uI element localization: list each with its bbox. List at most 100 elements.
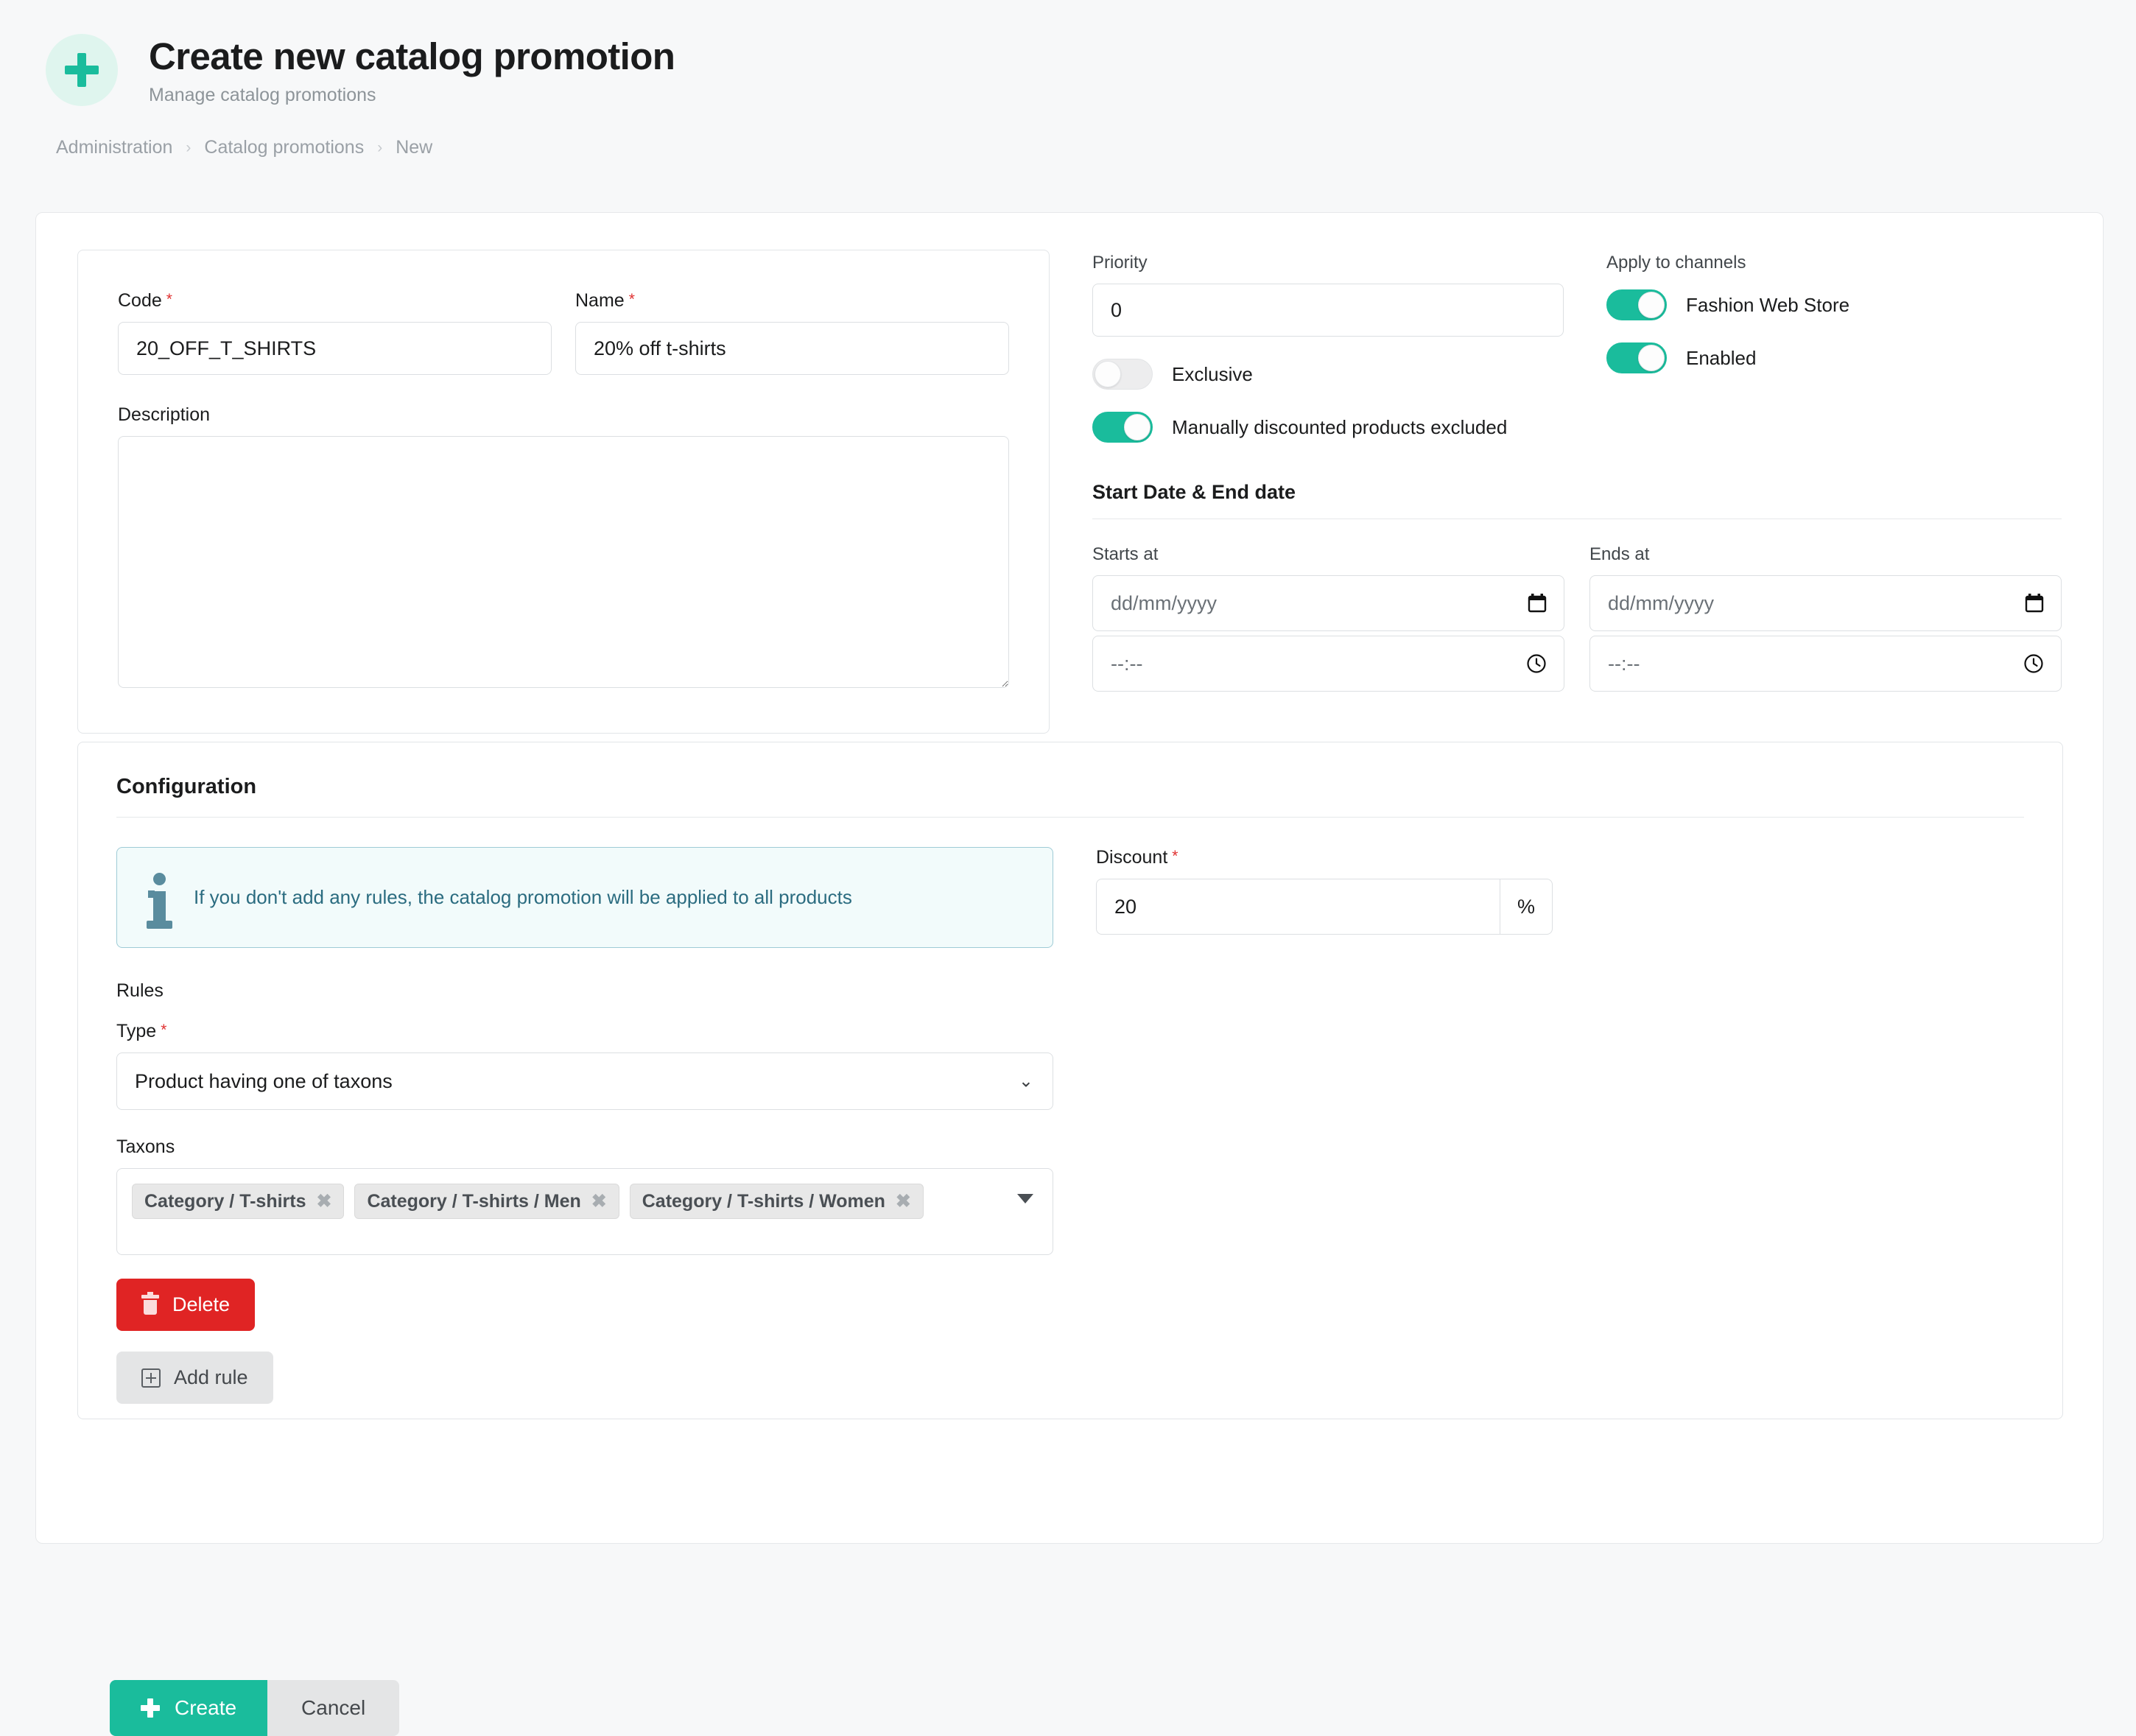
toggle-knob — [1124, 414, 1150, 440]
taxon-tag-label: Category / T-shirts — [144, 1190, 306, 1212]
add-rule-button-label: Add rule — [174, 1366, 248, 1388]
form-actions: Create Cancel — [110, 1680, 400, 1736]
delete-rule-button[interactable]: Delete — [116, 1279, 256, 1331]
code-label-text: Code — [118, 290, 162, 311]
toggle-knob — [1638, 345, 1665, 371]
caret-down-icon[interactable] — [1017, 1194, 1033, 1203]
configuration-title: Configuration — [116, 775, 2024, 818]
discount-label-text: Discount — [1096, 847, 1168, 868]
remove-tag-icon[interactable]: ✖ — [591, 1190, 607, 1212]
discount-label: Discount * — [1096, 847, 2024, 868]
description-textarea[interactable] — [118, 436, 1009, 688]
taxon-tag[interactable]: Category / T-shirts / Men ✖ — [354, 1184, 619, 1219]
taxon-tag[interactable]: Category / T-shirts ✖ — [132, 1184, 345, 1219]
taxon-tag[interactable]: Category / T-shirts / Women ✖ — [629, 1184, 924, 1219]
name-input[interactable] — [575, 322, 1009, 375]
dates-grid: Starts at dd/mm/yyyy --:-- Ends at dd/mm… — [1092, 544, 2062, 692]
breadcrumb-item-administration[interactable]: Administration — [56, 137, 172, 158]
dates-section-title: Start Date & End date — [1092, 481, 2062, 519]
required-asterisk: * — [1172, 848, 1178, 865]
taxon-tag-label: Category / T-shirts / Women — [642, 1190, 885, 1212]
create-button[interactable]: Create — [110, 1680, 268, 1736]
page-title: Create new catalog promotion — [149, 35, 675, 77]
exclusive-toggle[interactable] — [1092, 359, 1153, 390]
channel-fashion-web-store-row[interactable]: Fashion Web Store — [1606, 289, 2062, 320]
rules-column: If you don't add any rules, the catalog … — [116, 847, 1053, 1404]
page-header-text: Create new catalog promotion Manage cata… — [149, 28, 675, 106]
starts-at-date-input[interactable]: dd/mm/yyyy — [1092, 575, 1564, 631]
page-root: Create new catalog promotion Manage cata… — [0, 0, 2136, 1736]
taxon-tag-label: Category / T-shirts / Men — [367, 1190, 581, 1212]
info-icon — [146, 873, 172, 929]
exclusive-toggle-label: Exclusive — [1172, 362, 1253, 385]
trash-icon-can — [144, 1300, 157, 1315]
manually-discounted-toggle-row[interactable]: Manually discounted products excluded — [1092, 412, 1564, 443]
starts-at-time-input[interactable]: --:-- — [1092, 636, 1564, 692]
add-rule-button[interactable]: Add rule — [116, 1352, 273, 1404]
channel-fashion-web-store-toggle[interactable] — [1606, 289, 1667, 320]
top-section: Code * Name * Desc — [36, 213, 2103, 734]
type-select[interactable]: Product having one of taxons ⌄ — [116, 1053, 1053, 1110]
cancel-button[interactable]: Cancel — [267, 1680, 400, 1736]
chevron-right-icon: › — [377, 138, 383, 156]
ends-at-date-input[interactable]: dd/mm/yyyy — [1589, 575, 2062, 631]
channel-enabled-toggle[interactable] — [1606, 342, 1667, 373]
starts-at-date-wrap[interactable]: dd/mm/yyyy — [1092, 575, 1564, 631]
code-field-group: Code * — [118, 290, 552, 375]
manually-discounted-toggle[interactable] — [1092, 412, 1153, 443]
page-subtitle: Manage catalog promotions — [149, 85, 376, 106]
configuration-card: Configuration If you don't add any rules… — [77, 742, 2063, 1419]
page-header-icon-badge — [46, 34, 118, 106]
channels-group: Apply to channels Fashion Web Store Enab… — [1606, 253, 2062, 443]
discount-percent-suffix: % — [1500, 879, 1553, 935]
create-button-label: Create — [175, 1696, 237, 1719]
name-field-group: Name * — [575, 290, 1009, 375]
required-asterisk: * — [166, 291, 172, 308]
starts-at-time-wrap[interactable]: --:-- — [1092, 636, 1564, 692]
remove-tag-icon[interactable]: ✖ — [896, 1190, 911, 1212]
rules-label: Rules — [116, 980, 164, 1001]
discount-input[interactable] — [1096, 879, 1500, 935]
add-rule-row: Add rule — [116, 1331, 1053, 1404]
description-label-text: Description — [118, 404, 211, 425]
description-label: Description — [118, 404, 1009, 426]
ends-at-date-wrap[interactable]: dd/mm/yyyy — [1589, 575, 2062, 631]
breadcrumb-item-catalog-promotions[interactable]: Catalog promotions — [204, 137, 364, 158]
trash-icon-lid — [141, 1292, 159, 1299]
settings-column: Priority Exclusive Manua — [1092, 250, 2062, 734]
breadcrumb-item-new: New — [396, 137, 433, 158]
main-card: Code * Name * Desc — [35, 212, 2104, 1736]
general-info-card: Code * Name * Desc — [77, 250, 1050, 734]
ends-at-time-wrap[interactable]: --:-- — [1589, 636, 2062, 692]
taxons-multiselect[interactable]: Category / T-shirts ✖ Category / T-shirt… — [116, 1168, 1053, 1255]
priority-input[interactable] — [1092, 284, 1564, 337]
description-field-group: Description — [118, 404, 1009, 692]
discount-column: Discount * % — [1096, 847, 2024, 1404]
priority-label: Priority — [1092, 253, 1148, 273]
apply-to-channels-label: Apply to channels — [1606, 253, 1746, 273]
code-input[interactable] — [118, 322, 552, 375]
type-select-value: Product having one of taxons — [135, 1069, 393, 1092]
toggle-knob — [1095, 361, 1121, 387]
ends-at-label: Ends at — [1589, 544, 1650, 564]
code-name-row: Code * Name * — [118, 290, 1009, 375]
toggle-knob — [1638, 292, 1665, 318]
priority-toggles-group: Priority Exclusive Manua — [1092, 253, 1564, 443]
info-callout: If you don't add any rules, the catalog … — [116, 847, 1053, 948]
page-header: Create new catalog promotion Manage cata… — [0, 0, 2136, 106]
type-label-text: Type — [116, 1021, 157, 1041]
plus-icon — [141, 1698, 160, 1718]
ends-at-time-input[interactable]: --:-- — [1589, 636, 2062, 692]
trash-icon — [141, 1292, 159, 1315]
configuration-body: If you don't add any rules, the catalog … — [116, 818, 2024, 1404]
remove-tag-icon[interactable]: ✖ — [317, 1190, 332, 1212]
exclusive-toggle-row[interactable]: Exclusive — [1092, 359, 1564, 390]
channel-enabled-label: Enabled — [1686, 346, 1757, 369]
starts-at-label: Starts at — [1092, 544, 1159, 564]
breadcrumb: Administration › Catalog promotions › Ne… — [0, 106, 2136, 158]
settings-top-grid: Priority Exclusive Manua — [1092, 253, 2062, 443]
required-asterisk: * — [161, 1022, 167, 1039]
info-callout-text: If you don't add any rules, the catalog … — [194, 886, 852, 908]
channel-enabled-row[interactable]: Enabled — [1606, 342, 2062, 373]
ends-at-group: Ends at dd/mm/yyyy --:-- — [1589, 544, 2062, 692]
